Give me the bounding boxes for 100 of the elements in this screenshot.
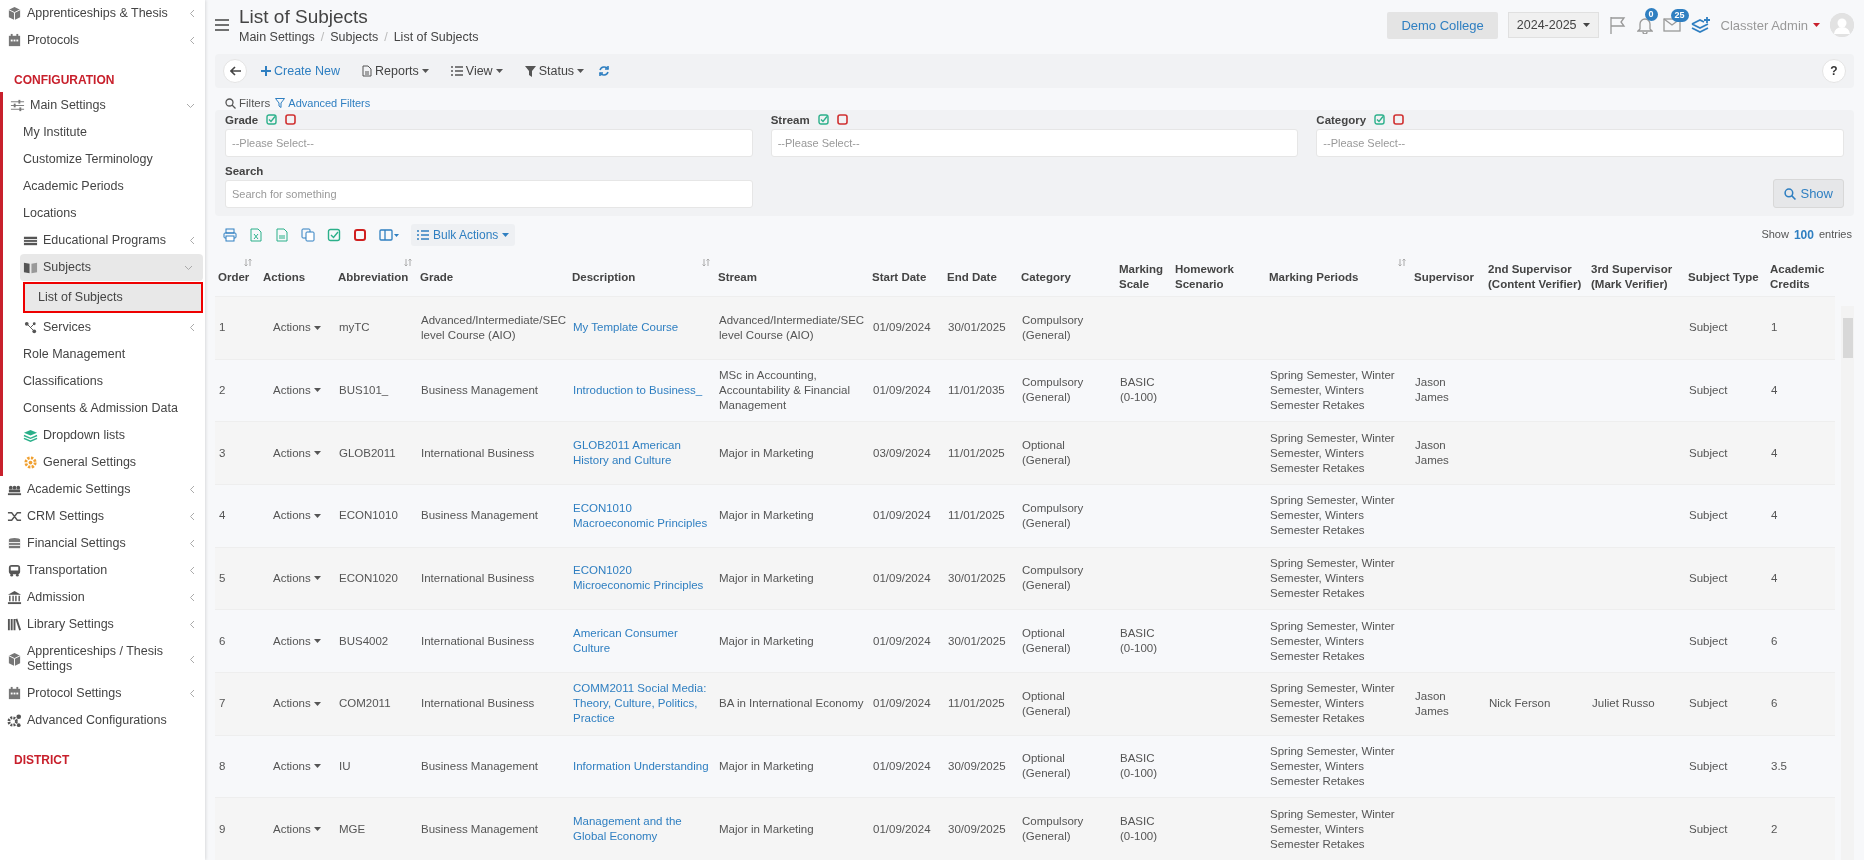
- reports-menu-button[interactable]: Reports: [354, 60, 437, 82]
- sidebar-item[interactable]: Classifications: [3, 368, 205, 395]
- table-cell: 4: [219, 509, 226, 522]
- field-label: Category: [1316, 113, 1367, 126]
- actions-dropdown[interactable]: Actions: [261, 570, 321, 586]
- printer-icon[interactable]: [223, 228, 237, 242]
- sidebar-item[interactable]: Admission: [0, 584, 205, 611]
- back-button[interactable]: [223, 59, 247, 83]
- copy-icon[interactable]: [301, 228, 315, 242]
- table-cell: 3: [219, 446, 226, 459]
- sidebar-item[interactable]: Transportation: [0, 557, 205, 584]
- sidebar-item[interactable]: Financial Settings: [0, 530, 205, 557]
- sidebar-item[interactable]: Consents & Admission Data: [3, 395, 205, 422]
- breadcrumb-link[interactable]: Main Settings: [239, 30, 315, 44]
- sidebar-item[interactable]: Apprenticeships & Thesis: [0, 0, 205, 27]
- subject-link[interactable]: ECON1010 Macroeconomic Principles: [573, 500, 711, 531]
- actions-dropdown[interactable]: Actions: [261, 696, 321, 712]
- sidebar-item[interactable]: Customize Terminology: [3, 146, 205, 173]
- sidebar-item[interactable]: Academic Settings: [0, 476, 205, 503]
- sidebar-item[interactable]: Educational Programs: [3, 227, 205, 254]
- help-button[interactable]: ?: [1822, 59, 1846, 83]
- actions-dropdown[interactable]: Actions: [261, 633, 321, 649]
- actions-dropdown[interactable]: Actions: [261, 758, 321, 774]
- sidebar-item[interactable]: Protocols: [0, 27, 205, 54]
- table-cell: Spring Semester, Winter Semester, Winters Semester Retakes: [1270, 744, 1395, 787]
- sort-icon[interactable]: [702, 257, 710, 267]
- table-cell: 2: [1771, 822, 1778, 835]
- sidebar-item[interactable]: Advanced Configurations: [0, 707, 205, 734]
- select-all-icon[interactable]: [817, 114, 829, 125]
- actions-dropdown[interactable]: Actions: [261, 320, 321, 336]
- actions-dropdown[interactable]: Actions: [261, 383, 321, 398]
- sidebar-item[interactable]: General Settings: [3, 449, 205, 476]
- select-all-icon[interactable]: [1374, 114, 1386, 125]
- table-cell: Business Management: [421, 384, 538, 396]
- sort-icon[interactable]: [1398, 257, 1406, 267]
- sidebar-item[interactable]: Protocol Settings: [0, 680, 205, 707]
- column-header[interactable]: Order: [218, 270, 250, 283]
- select-field[interactable]: --Please Select--: [770, 129, 1299, 157]
- page-length-select[interactable]: 100: [1793, 228, 1814, 242]
- layers-plus-icon[interactable]: [1690, 16, 1711, 34]
- document-icon[interactable]: [275, 228, 289, 242]
- select-field[interactable]: --Please Select--: [1316, 129, 1844, 157]
- subject-link[interactable]: My Template Course: [573, 320, 679, 336]
- sidebar-item[interactable]: Locations: [3, 200, 205, 227]
- table-cell: 01/09/2024: [873, 509, 931, 522]
- search-field[interactable]: Search for something: [225, 180, 753, 208]
- breadcrumb-link[interactable]: List of Subjects: [393, 30, 479, 44]
- sidebar-item[interactable]: Main Settings: [3, 92, 205, 119]
- chevron-left-icon: [189, 512, 195, 521]
- actions-dropdown[interactable]: Actions: [261, 508, 321, 524]
- view-menu-button[interactable]: View: [442, 60, 511, 82]
- check-square-icon[interactable]: [327, 228, 341, 242]
- refresh-icon[interactable]: [598, 65, 611, 77]
- subject-link[interactable]: Information Understanding: [573, 758, 709, 774]
- actions-dropdown[interactable]: Actions: [261, 445, 321, 461]
- bell-icon[interactable]: [1636, 16, 1653, 34]
- menu-icon[interactable]: [215, 19, 229, 31]
- advanced-filters-link[interactable]: Advanced Filters: [275, 97, 371, 109]
- sidebar-item[interactable]: Dropdown lists: [3, 422, 205, 449]
- breadcrumb-link[interactable]: Subjects: [330, 30, 379, 44]
- table-cell: Major in Marketing: [719, 634, 814, 647]
- envelope-icon[interactable]: [1662, 18, 1681, 32]
- subject-link[interactable]: American Consumer Culture: [573, 626, 711, 657]
- status-menu-button[interactable]: Status: [516, 60, 593, 82]
- sidebar-item[interactable]: Subjects: [20, 254, 203, 281]
- flag-icon[interactable]: [1608, 16, 1627, 34]
- table-cell: 01/09/2024: [873, 571, 931, 584]
- sidebar-item[interactable]: Academic Periods: [3, 173, 205, 200]
- sidebar-item[interactable]: Services: [3, 314, 205, 341]
- sidebar-item[interactable]: List of Subjects: [23, 282, 203, 313]
- actions-dropdown[interactable]: Actions: [261, 821, 321, 837]
- sidebar-item[interactable]: Role Management: [3, 341, 205, 368]
- create-new-button[interactable]: Create New: [253, 60, 348, 82]
- caret-icon: [502, 233, 510, 237]
- table-cell: 01/09/2024: [873, 321, 931, 334]
- show-button[interactable]: Show: [1773, 179, 1844, 208]
- year-dropdown[interactable]: 2024-2025: [1507, 12, 1599, 38]
- sidebar-item[interactable]: CRM Settings: [0, 503, 205, 530]
- subject-link[interactable]: Introduction to Business_: [573, 383, 703, 398]
- bulk-actions-button[interactable]: Bulk Actions: [411, 224, 516, 246]
- column-header[interactable]: Description: [572, 270, 636, 283]
- table-cell: Subject: [1689, 384, 1728, 396]
- clear-all-icon[interactable]: [285, 114, 297, 125]
- columns-icon[interactable]: [379, 229, 399, 241]
- sidebar-item[interactable]: My Institute: [3, 119, 205, 146]
- sidebar-item[interactable]: Library Settings: [0, 611, 205, 638]
- sidebar-item[interactable]: Apprenticeships / Thesis Settings: [0, 638, 205, 680]
- column-header[interactable]: Marking Periods: [1269, 270, 1359, 283]
- select-all-icon[interactable]: [266, 114, 278, 125]
- scrollbar[interactable]: [1841, 306, 1854, 860]
- square-icon[interactable]: [353, 228, 367, 242]
- sort-icon[interactable]: [244, 257, 252, 267]
- spreadsheet-icon[interactable]: [249, 228, 263, 242]
- column-header[interactable]: Abbreviation: [338, 270, 409, 283]
- clear-all-icon[interactable]: [836, 114, 848, 125]
- notification-badge: 0: [1644, 7, 1658, 21]
- select-field[interactable]: --Please Select--: [225, 129, 753, 157]
- column-header: Marking Scale: [1119, 263, 1164, 290]
- clear-all-icon[interactable]: [1393, 114, 1405, 125]
- sort-icon[interactable]: [404, 257, 412, 267]
